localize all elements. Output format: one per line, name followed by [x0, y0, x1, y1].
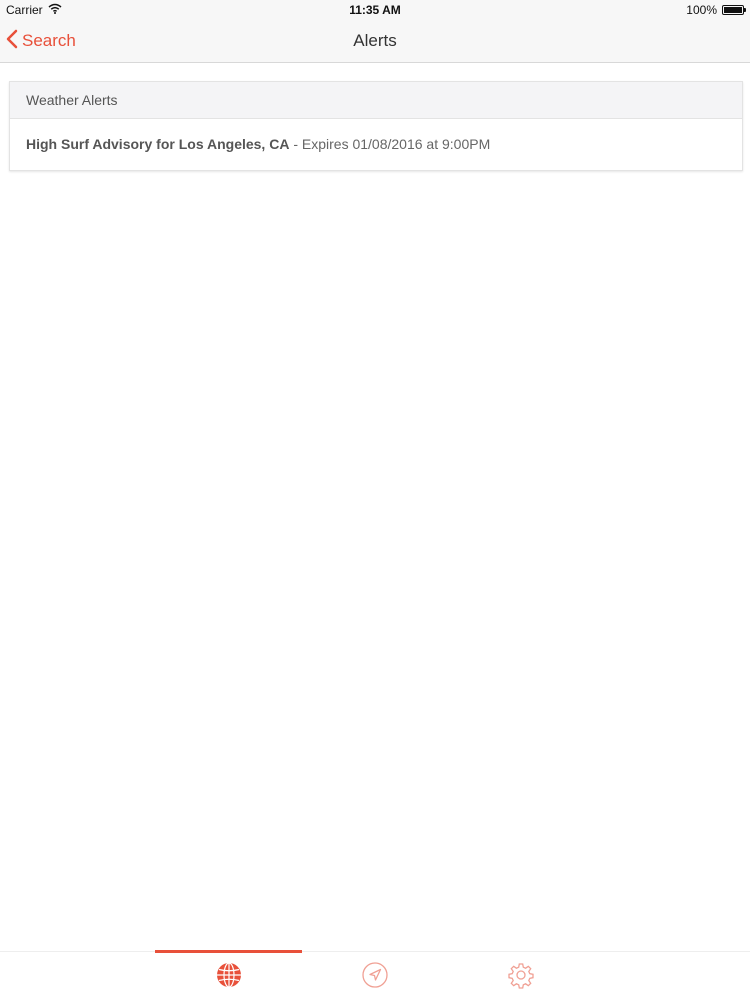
location-arrow-icon — [361, 961, 389, 994]
status-bar: Carrier 11:35 AM 100% — [0, 0, 750, 20]
navigation-bar: Search Alerts — [0, 20, 750, 63]
tab-settings[interactable] — [506, 962, 536, 992]
page-title: Alerts — [353, 31, 397, 50]
gear-icon — [507, 961, 535, 994]
battery-fill — [724, 7, 742, 13]
active-tab-indicator — [155, 950, 302, 953]
tab-bar — [0, 950, 750, 1000]
status-right: 100% — [686, 3, 746, 17]
alert-title: High Surf Advisory for Los Angeles, CA — [26, 136, 290, 152]
back-button[interactable]: Search — [6, 20, 76, 62]
status-left: Carrier — [6, 3, 62, 17]
alert-row[interactable]: High Surf Advisory for Los Angeles, CA -… — [10, 119, 742, 170]
tab-location[interactable] — [360, 961, 390, 994]
screen: Carrier 11:35 AM 100% Search Alerts Weat… — [0, 0, 750, 1000]
weather-alerts-card: Weather Alerts High Surf Advisory for Lo… — [9, 81, 743, 171]
battery-percent: 100% — [686, 3, 717, 17]
chevron-left-icon — [6, 29, 18, 54]
globe-icon — [215, 961, 243, 994]
alert-expires: Expires 01/08/2016 at 9:00PM — [301, 136, 491, 152]
battery-icon — [722, 5, 746, 15]
alert-separator: - — [289, 136, 302, 152]
card-header: Weather Alerts — [10, 82, 742, 119]
carrier-label: Carrier — [6, 3, 43, 17]
status-time: 11:35 AM — [349, 3, 401, 17]
tab-alerts[interactable] — [214, 961, 244, 994]
main-content[interactable]: Weather Alerts High Surf Advisory for Lo… — [0, 63, 750, 952]
back-button-label: Search — [22, 31, 76, 50]
wifi-icon — [48, 3, 62, 17]
